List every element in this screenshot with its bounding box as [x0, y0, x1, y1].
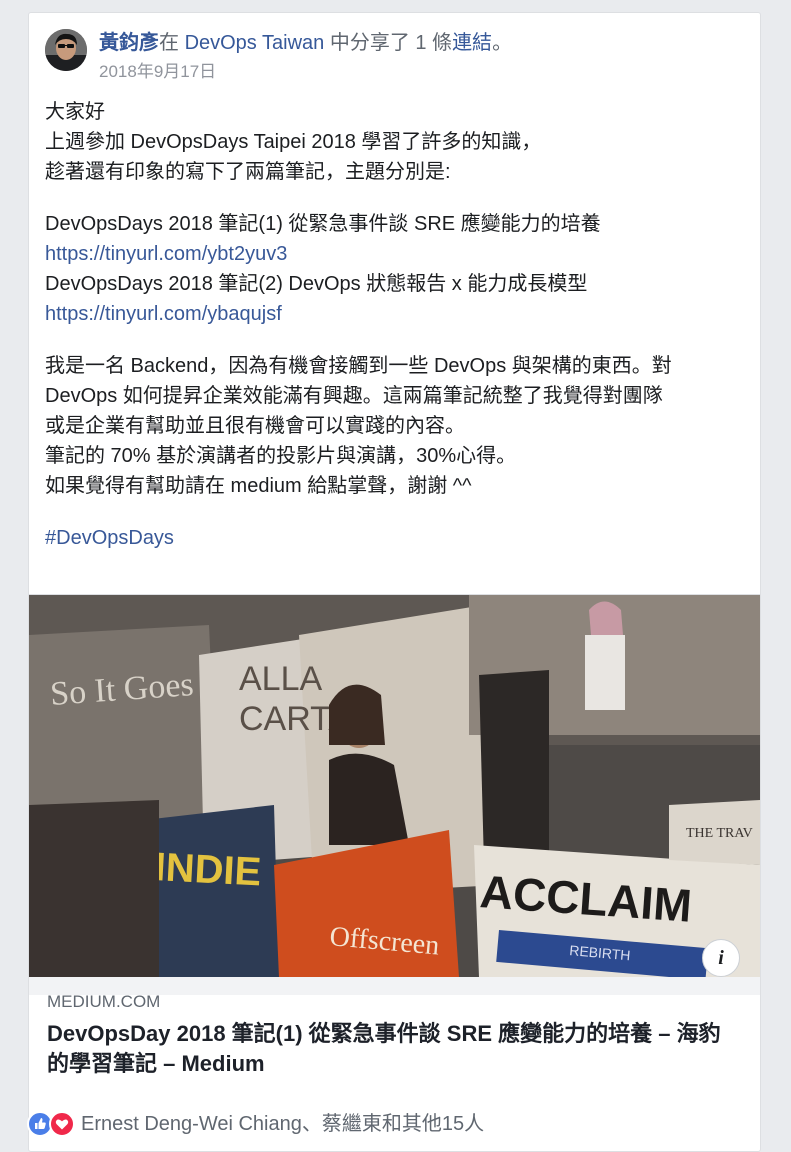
body-line: 趁著還有印象的寫下了兩篇筆記，主題分別是:: [45, 161, 451, 183]
reaction-names[interactable]: Ernest Deng-Wei Chiang、蔡繼東和其他15人: [81, 1109, 484, 1139]
headline-period: 。: [492, 32, 513, 54]
image-text-alla: ALLA: [239, 660, 322, 698]
link-domain: MEDIUM.COM: [47, 992, 161, 1011]
facebook-post: 黃鈞彥在 DevOps Taiwan 中分享了 1 條連結。 2018年9月17…: [27, 12, 761, 1152]
note1-title: DevOpsDays 2018 筆記(1) 從緊急事件談 SRE 應變能力的培養: [45, 213, 601, 235]
hashtag-link[interactable]: #DevOpsDays: [45, 527, 174, 549]
author-name-link[interactable]: 黃鈞彥: [99, 32, 159, 54]
shared-link-word[interactable]: 連結: [452, 32, 492, 54]
note2-title: DevOpsDays 2018 筆記(2) DevOps 狀態報告 x 能力成長…: [45, 273, 588, 295]
shared-text: 中分享了 1 條: [324, 32, 453, 54]
author-avatar[interactable]: [45, 29, 87, 71]
link-title[interactable]: DevOpsDay 2018 筆記(1) 從緊急事件談 SRE 應變能力的培養 …: [47, 1019, 737, 1079]
link-preview-card[interactable]: So It Goes ALLA CARTA INDIE Offscreen AC…: [29, 594, 760, 1076]
heart-icon: [49, 1111, 75, 1137]
body-line: 或是企業有幫助並且很有機會可以實踐的內容。: [45, 415, 465, 437]
page-name-link[interactable]: DevOps Taiwan: [185, 32, 325, 54]
post-timestamp[interactable]: 2018年9月17日: [99, 61, 216, 83]
post-headline: 黃鈞彥在 DevOps Taiwan 中分享了 1 條連結。: [99, 29, 512, 57]
note2-url-link[interactable]: https://tinyurl.com/ybaqujsf: [45, 303, 282, 325]
image-text-thetrav: THE TRAV: [686, 826, 753, 841]
post-body: 大家好 上週參加 DevOpsDays Taipei 2018 學習了許多的知識…: [45, 97, 745, 553]
body-line: 如果覺得有幫助請在 medium 給點掌聲，謝謝 ^^: [45, 475, 472, 497]
body-line: 我是一名 Backend，因為有機會接觸到一些 DevOps 與架構的東西。對: [45, 355, 672, 377]
info-icon[interactable]: i: [702, 939, 740, 977]
body-line: 上週參加 DevOpsDays Taipei 2018 學習了許多的知識，: [45, 131, 542, 153]
body-line: 筆記的 70% 基於演講者的投影片與演講，30%心得。: [45, 445, 517, 467]
note1-url-link[interactable]: https://tinyurl.com/ybt2yuv3: [45, 243, 287, 265]
body-line: 大家好: [45, 101, 105, 123]
in-word: 在: [159, 32, 185, 54]
link-preview-image[interactable]: So It Goes ALLA CARTA INDIE Offscreen AC…: [29, 595, 760, 977]
body-line: DevOps 如何提昇企業效能滿有興趣。這兩篇筆記統整了我覺得對團隊: [45, 385, 663, 407]
image-text-indie: INDIE: [154, 845, 263, 895]
